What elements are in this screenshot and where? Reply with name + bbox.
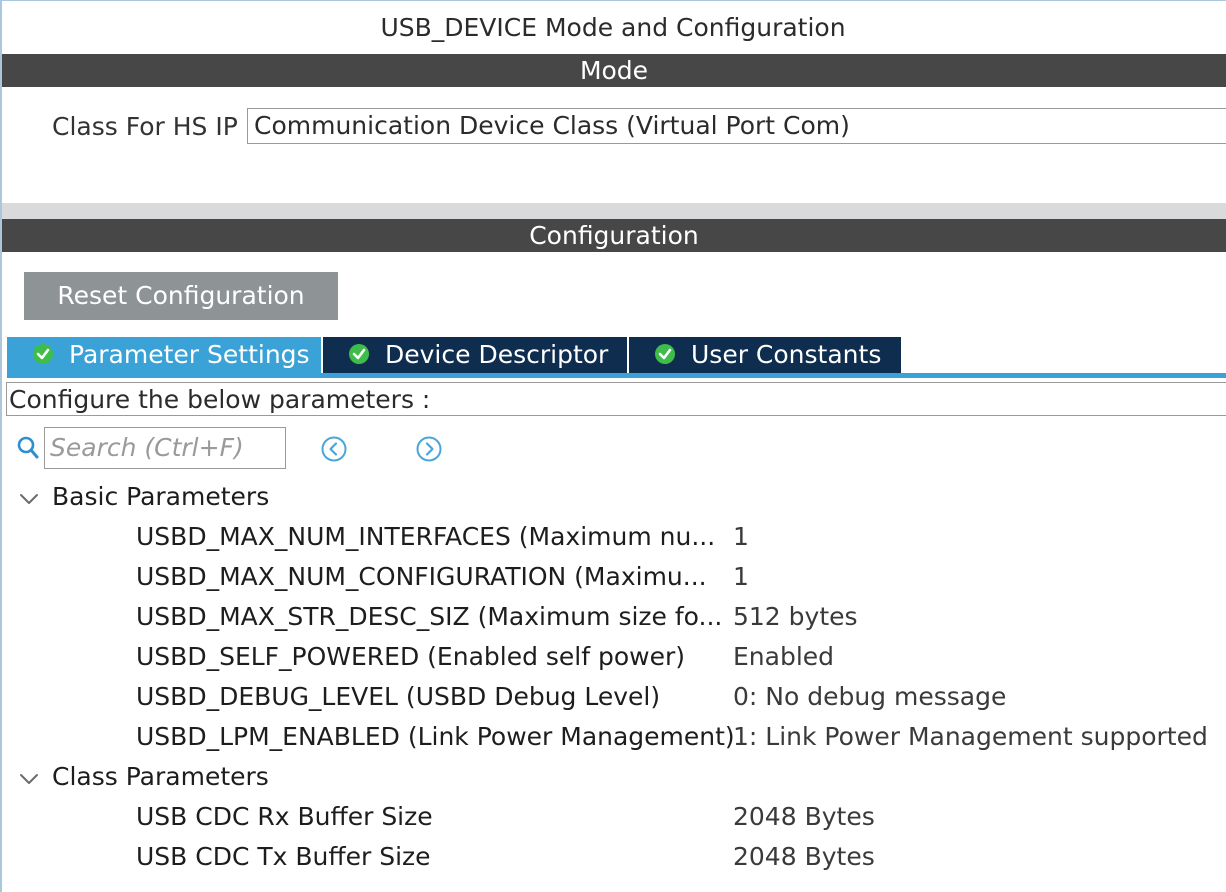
param-value[interactable]: 1 [733, 519, 749, 555]
group-class-parameters[interactable]: Class Parameters [18, 759, 269, 795]
panel-left-border [0, 0, 2, 892]
tab-device-descriptor[interactable]: Device Descriptor [323, 337, 627, 373]
param-name[interactable]: USBD_MAX_NUM_CONFIGURATION (Maximu... [136, 559, 707, 595]
group-label: Basic Parameters [52, 482, 270, 511]
mode-section-header: Mode [2, 54, 1226, 87]
group-basic-parameters[interactable]: Basic Parameters [18, 479, 269, 515]
tab-user-constants[interactable]: User Constants [629, 337, 901, 373]
search-input[interactable]: Search (Ctrl+F) [44, 427, 286, 469]
chevron-down-icon[interactable] [18, 480, 40, 516]
param-name[interactable]: USBD_MAX_NUM_INTERFACES (Maximum nu... [136, 519, 715, 555]
param-name[interactable]: USBD_DEBUG_LEVEL (USBD Debug Level) [136, 679, 660, 715]
next-match-icon[interactable] [415, 435, 443, 467]
tab-label: Device Descriptor [385, 340, 609, 369]
param-value[interactable]: 1 [733, 559, 749, 595]
param-value[interactable]: 1: Link Power Management supported [733, 719, 1208, 755]
configuration-section-header: Configuration [2, 219, 1226, 252]
param-value[interactable]: 2048 Bytes [733, 839, 875, 875]
param-value[interactable]: 512 bytes [733, 599, 858, 635]
group-label: Class Parameters [52, 762, 269, 791]
param-name[interactable]: USB CDC Tx Buffer Size [136, 839, 431, 875]
param-name[interactable]: USBD_MAX_STR_DESC_SIZ (Maximum size fo..… [136, 599, 722, 635]
param-value[interactable]: 0: No debug message [733, 679, 1006, 715]
tab-label: User Constants [691, 340, 882, 369]
param-value[interactable]: 2048 Bytes [733, 799, 875, 835]
previous-match-icon[interactable] [320, 435, 348, 467]
tabs-underline [7, 373, 1226, 378]
parameters-hint: Configure the below parameters : [6, 382, 1226, 416]
tab-label: Parameter Settings [69, 340, 310, 369]
check-circle-icon [33, 344, 53, 364]
class-for-hs-ip-label: Class For HS IP [52, 112, 238, 141]
check-circle-icon [655, 344, 675, 364]
param-value[interactable]: Enabled [733, 639, 834, 675]
check-circle-icon [349, 344, 369, 364]
reset-configuration-button[interactable]: Reset Configuration [24, 272, 338, 320]
param-name[interactable]: USB CDC Rx Buffer Size [136, 799, 433, 835]
panel-title: USB_DEVICE Mode and Configuration [380, 13, 846, 42]
chevron-down-icon[interactable] [18, 760, 40, 796]
search-icon[interactable] [16, 435, 40, 465]
param-name[interactable]: USBD_SELF_POWERED (Enabled self power) [136, 639, 685, 675]
panel-top-border [0, 0, 1226, 1]
class-for-hs-ip-select[interactable]: Communication Device Class (Virtual Port… [247, 108, 1226, 144]
param-name[interactable]: USBD_LPM_ENABLED (Link Power Management) [136, 719, 735, 755]
tab-parameter-settings[interactable]: Parameter Settings [7, 337, 321, 373]
section-divider[interactable] [2, 203, 1226, 219]
